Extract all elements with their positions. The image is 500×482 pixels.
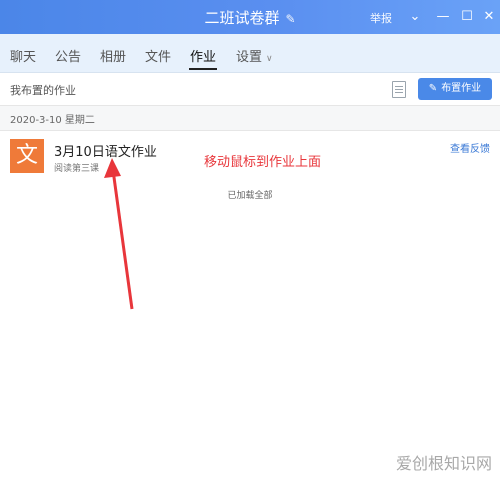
- document-icon[interactable]: [392, 81, 406, 98]
- chevron-down-icon: ∨: [266, 54, 273, 64]
- title-bar: 二班试卷群 ✎ 举报 ⌄ — ☐ ✕: [0, 0, 500, 34]
- date-separator: 2020-3-10 星期二: [0, 106, 500, 131]
- tab-chat[interactable]: 聊天: [10, 46, 36, 65]
- homework-title: 3月10日语文作业: [54, 145, 157, 160]
- chevron-down-icon[interactable]: ⌄: [404, 6, 426, 28]
- edit-pencil-icon[interactable]: ✎: [285, 12, 295, 26]
- minimize-icon[interactable]: —: [432, 6, 454, 28]
- assign-homework-button[interactable]: ✎ 布置作业: [418, 78, 492, 100]
- annotation-text: 移动鼠标到作业上面: [204, 155, 322, 170]
- tab-files[interactable]: 文件: [145, 46, 171, 65]
- group-title: 二班试卷群: [204, 9, 280, 27]
- watermark: 爱创根知识网: [395, 454, 492, 473]
- tab-settings-label: 设置: [236, 50, 263, 65]
- homework-subtitle: 阅读第三课: [54, 164, 100, 174]
- tab-announcements[interactable]: 公告: [55, 46, 81, 65]
- homework-subheader: 我布置的作业 ✎ 布置作业: [0, 73, 500, 106]
- maximize-icon[interactable]: ☐: [456, 6, 478, 28]
- tab-settings[interactable]: 设置 ∨: [236, 46, 273, 65]
- close-icon[interactable]: ✕: [478, 6, 500, 28]
- date-label: 2020-3-10 星期二: [10, 115, 95, 126]
- view-feedback-link[interactable]: 查看反馈: [450, 140, 490, 155]
- subject-avatar: 文: [10, 139, 44, 173]
- tab-bar: 聊天 公告 相册 文件 作业 设置∨ ✆ ▶ ▣ + ⋯: [0, 34, 500, 98]
- tab-album[interactable]: 相册: [100, 46, 126, 65]
- my-assignments-label: 我布置的作业: [10, 84, 76, 97]
- report-link[interactable]: 举报: [370, 10, 392, 26]
- loaded-all-text: 已加载全部: [227, 191, 273, 201]
- tab-homework[interactable]: 作业: [188, 46, 218, 70]
- edit-icon: ✎: [428, 83, 438, 94]
- assign-homework-label: 布置作业: [441, 83, 482, 94]
